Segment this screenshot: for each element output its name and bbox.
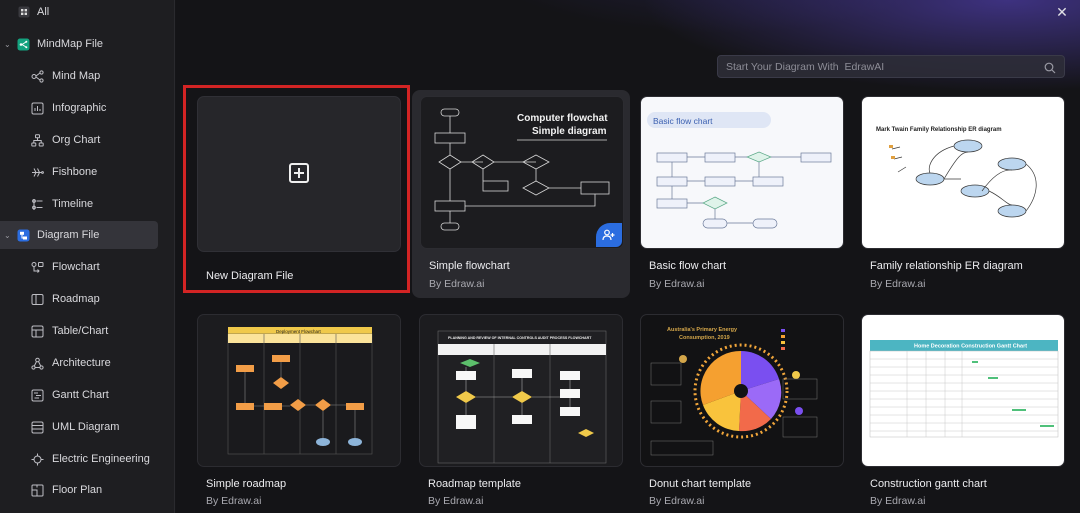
template-thumbnail: Computer flowchat Simple diagram — [420, 96, 624, 249]
sidebar-item-label: Table/Chart — [52, 325, 109, 337]
sidebar-item-timeline[interactable]: Timeline — [0, 190, 158, 218]
sidebar-item-label: Gantt Chart — [52, 389, 109, 401]
template-card-simple-flowchart[interactable]: Computer flowchat Simple diagram Simple … — [420, 96, 644, 296]
template-thumbnail: Australia's Primary Energy Consumption, … — [640, 314, 844, 467]
sidebar-item-label: Fishbone — [52, 166, 98, 178]
template-card-roadmap-template[interactable]: PLANNING AND REVIEW OF INTERNAL CONTROLS… — [419, 314, 643, 513]
template-title: Simple roadmap — [206, 478, 287, 490]
sidebar-item-mind-map[interactable]: Mind Map — [0, 62, 158, 90]
template-author: By Edraw.ai — [429, 278, 485, 290]
new-diagram-file-card[interactable] — [197, 96, 401, 252]
sidebar-item-architecture[interactable]: Architecture — [0, 349, 158, 377]
template-thumbnail: PLANNING AND REVIEW OF INTERNAL CONTROLS… — [419, 314, 623, 467]
mindmap-file-icon — [17, 38, 30, 51]
sidebar-item-label: Infographic — [52, 102, 107, 114]
sidebar-group-mindmap-file[interactable]: ⌄ MindMap File — [0, 30, 158, 58]
sidebar-item-infographic[interactable]: Infographic — [0, 94, 158, 122]
close-icon[interactable]: ✕ — [1054, 4, 1070, 20]
org-chart-icon — [31, 133, 44, 147]
sidebar-item-flowchart[interactable]: Flowchart — [0, 253, 158, 281]
sidebar-item-all[interactable]: All — [0, 0, 158, 26]
collaboration-badge — [596, 223, 622, 247]
chevron-down-icon[interactable]: ⌄ — [4, 40, 11, 49]
chevron-down-icon[interactable]: ⌄ — [4, 231, 11, 240]
template-title: Basic flow chart — [649, 260, 727, 272]
template-title: Simple flowchart — [429, 260, 510, 272]
template-author: By Edraw.ai — [206, 495, 262, 507]
template-thumbnail: Mark Twain Family Relationship ER diagra… — [861, 96, 1065, 249]
template-author: By Edraw.ai — [649, 278, 705, 290]
fishbone-icon — [31, 166, 44, 179]
template-card-donut-chart[interactable]: Australia's Primary Energy Consumption, … — [640, 314, 864, 513]
template-title: Roadmap template — [428, 478, 521, 490]
sidebar-item-label: UML Diagram — [52, 421, 120, 433]
template-card-family-er-diagram[interactable]: Mark Twain Family Relationship ER diagra… — [861, 96, 1080, 296]
sidebar-item-label: Timeline — [52, 198, 94, 210]
electric-icon — [31, 453, 44, 466]
template-thumbnail: Home Decoration Construction Gantt Chart — [861, 314, 1065, 467]
diagram-file-icon — [17, 229, 30, 242]
thumb-subheading: Simple diagram — [532, 126, 607, 137]
sidebar-item-gantt-chart[interactable]: Gantt Chart — [0, 381, 158, 409]
sidebar-group-label: Diagram File — [37, 229, 100, 241]
thumb-heading: PLANNING AND REVIEW OF INTERNAL CONTROLS… — [448, 336, 592, 340]
uml-icon — [31, 421, 44, 434]
template-title: Family relationship ER diagram — [870, 260, 1023, 272]
template-author: By Edraw.ai — [870, 495, 926, 507]
search-input[interactable] — [718, 60, 1028, 73]
sidebar-item-label: Electric Engineering — [52, 453, 150, 465]
infographic-icon — [31, 102, 44, 115]
template-thumbnail: Basic flow chart — [640, 96, 844, 249]
new-diagram-file-label: New Diagram File — [206, 270, 294, 282]
template-card-simple-roadmap[interactable]: Deployment Flowchart Simple roadmap By E… — [197, 314, 421, 513]
sidebar-item-label: All — [37, 6, 50, 18]
mindmap-icon — [31, 69, 44, 83]
template-author: By Edraw.ai — [649, 495, 705, 507]
sidebar-item-floor-plan[interactable]: Floor Plan — [0, 476, 158, 504]
thumb-heading: Australia's Primary Energy — [667, 327, 738, 333]
template-thumbnail: Deployment Flowchart — [197, 314, 401, 467]
sidebar-item-org-chart[interactable]: Org Chart — [0, 126, 158, 154]
search-bar[interactable] — [717, 55, 1065, 78]
template-title: Construction gantt chart — [870, 478, 987, 490]
thumb-subheading: Consumption, 2019 — [679, 335, 730, 341]
template-card-basic-flow-chart[interactable]: Basic flow chart Basic flow chart By Edr… — [640, 96, 864, 296]
gantt-icon — [31, 389, 44, 402]
sidebar-item-uml-diagram[interactable]: UML Diagram — [0, 413, 158, 441]
sidebar-item-electric-engineering[interactable]: Electric Engineering — [0, 445, 158, 473]
floor-plan-icon — [31, 484, 44, 497]
sidebar: All ⌄ MindMap File Mind Map Infographic … — [0, 0, 175, 513]
thumb-heading: Deployment Flowchart — [276, 329, 322, 334]
sidebar-item-label: Floor Plan — [52, 484, 103, 496]
architecture-icon — [31, 357, 44, 370]
template-author: By Edraw.ai — [428, 495, 484, 507]
sidebar-item-label: Mind Map — [52, 70, 101, 82]
table-chart-icon — [31, 325, 44, 338]
template-title: Donut chart template — [649, 478, 752, 490]
sidebar-group-diagram-file[interactable]: ⌄ Diagram File — [0, 221, 158, 249]
grid-icon — [17, 6, 30, 19]
thumb-heading: Basic flow chart — [653, 116, 713, 126]
template-gallery: ✕ New Diagram File Computer flowchat Sim… — [176, 0, 1080, 513]
search-icon[interactable] — [1044, 61, 1056, 79]
sidebar-item-label: Org Chart — [52, 134, 101, 146]
sidebar-item-roadmap[interactable]: Roadmap — [0, 285, 158, 313]
flowchart-icon — [31, 261, 44, 274]
sidebar-item-label: Architecture — [52, 357, 111, 369]
sidebar-group-label: MindMap File — [37, 38, 104, 50]
roadmap-icon — [31, 293, 44, 306]
thumb-heading: Home Decoration Construction Gantt Chart — [914, 344, 1027, 350]
timeline-icon — [31, 198, 44, 211]
sidebar-item-fishbone[interactable]: Fishbone — [0, 158, 158, 186]
thumb-heading: Computer flowchat — [517, 113, 608, 124]
template-author: By Edraw.ai — [870, 278, 926, 290]
thumb-heading: Mark Twain Family Relationship ER diagra… — [876, 127, 1002, 133]
sidebar-item-label: Flowchart — [52, 261, 100, 273]
add-icon — [289, 163, 309, 183]
sidebar-item-label: Roadmap — [52, 293, 100, 305]
template-card-construction-gantt[interactable]: Home Decoration Construction Gantt Chart… — [861, 314, 1080, 513]
sidebar-item-table-chart[interactable]: Table/Chart — [0, 317, 158, 345]
